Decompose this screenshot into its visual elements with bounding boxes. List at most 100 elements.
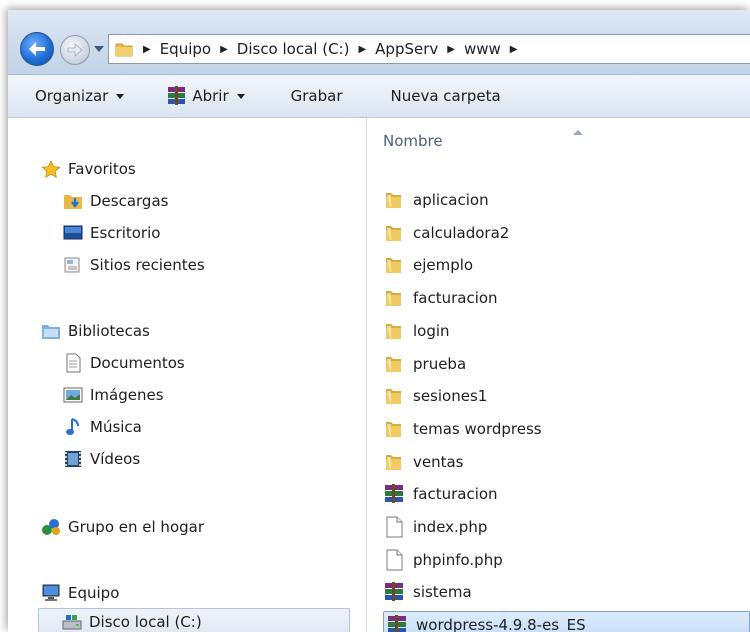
file-list-item[interactable]: phpinfo.php bbox=[383, 546, 503, 574]
breadcrumb-separator-icon[interactable]: ▶ bbox=[510, 44, 518, 55]
breadcrumb-item-equipo[interactable]: Equipo bbox=[160, 40, 211, 58]
command-bar: Organizar Abrir Grabar Nueva carpeta bbox=[8, 75, 750, 118]
breadcrumb-separator-icon[interactable]: ▶ bbox=[447, 44, 455, 55]
open-button[interactable]: Abrir bbox=[166, 86, 245, 106]
pictures-icon bbox=[62, 385, 84, 405]
nav-label: Imágenes bbox=[90, 386, 164, 404]
file-list-item[interactable]: login bbox=[383, 317, 450, 345]
folder-icon bbox=[383, 222, 405, 244]
file-list-item[interactable]: ventas bbox=[383, 448, 464, 476]
nav-item-musica[interactable]: Música bbox=[62, 413, 142, 441]
file-list-item[interactable]: wordpress-4.9.8-es_ES bbox=[383, 611, 750, 632]
downloads-folder-icon bbox=[62, 191, 84, 211]
winrar-icon bbox=[168, 86, 186, 105]
desktop-icon bbox=[62, 223, 84, 243]
file-icon bbox=[383, 549, 405, 571]
breadcrumb-item-www[interactable]: www bbox=[464, 40, 501, 58]
folder-icon bbox=[383, 418, 405, 440]
file-name: calculadora2 bbox=[413, 223, 510, 242]
nav-item-descargas[interactable]: Descargas bbox=[62, 187, 168, 215]
rar-archive-icon bbox=[383, 581, 405, 603]
nav-item-equipo[interactable]: Equipo bbox=[40, 579, 119, 607]
breadcrumb-separator-icon[interactable]: ▶ bbox=[220, 44, 228, 55]
back-button[interactable] bbox=[20, 32, 54, 66]
nav-label: Vídeos bbox=[90, 450, 141, 468]
nav-label: Escritorio bbox=[90, 224, 161, 242]
file-list-item[interactable]: sistema bbox=[383, 578, 472, 606]
file-name: phpinfo.php bbox=[413, 550, 503, 569]
recent-pages-dropdown[interactable] bbox=[94, 46, 104, 52]
forward-button[interactable] bbox=[60, 35, 90, 65]
new-folder-label: Nueva carpeta bbox=[390, 87, 501, 105]
nav-item-escritorio[interactable]: Escritorio bbox=[62, 219, 160, 247]
homegroup-icon bbox=[40, 517, 62, 537]
breadcrumb-item-disco-local[interactable]: Disco local (C:) bbox=[237, 40, 350, 58]
explorer-window: ▶ Equipo ▶ Disco local (C:) ▶ AppServ ▶ … bbox=[8, 10, 750, 632]
folder-icon bbox=[383, 353, 405, 375]
organize-label: Organizar bbox=[35, 87, 109, 105]
organize-button[interactable]: Organizar bbox=[35, 87, 125, 105]
nav-label: Descargas bbox=[90, 192, 169, 210]
file-name: prueba bbox=[413, 354, 467, 373]
rar-archive-icon bbox=[386, 614, 408, 632]
file-name: index.php bbox=[413, 518, 488, 536]
star-icon bbox=[40, 159, 62, 179]
sort-ascending-icon bbox=[573, 130, 583, 135]
folder-icon bbox=[383, 320, 405, 342]
file-list-item[interactable]: sesiones1 bbox=[383, 382, 487, 410]
music-note-icon bbox=[62, 417, 84, 437]
computer-icon bbox=[40, 583, 62, 603]
file-name: temas wordpress bbox=[413, 419, 542, 438]
file-list-item[interactable]: facturacion bbox=[383, 284, 498, 312]
file-list-item[interactable]: index.php bbox=[383, 513, 487, 541]
file-name: facturacion bbox=[413, 485, 498, 504]
file-list-item[interactable]: aplicacion bbox=[383, 186, 489, 214]
column-header-nombre[interactable]: Nombre bbox=[383, 132, 443, 150]
file-list-item[interactable]: ejemplo bbox=[383, 251, 473, 279]
documents-icon bbox=[62, 353, 84, 373]
nav-item-documentos[interactable]: Documentos bbox=[62, 349, 185, 377]
new-folder-button[interactable]: Nueva carpeta bbox=[391, 87, 501, 105]
folder-icon bbox=[383, 189, 405, 211]
nav-item-imagenes[interactable]: Imágenes bbox=[62, 381, 164, 409]
nav-label: Música bbox=[90, 418, 142, 436]
forward-arrow-icon bbox=[67, 43, 83, 57]
file-list-item[interactable]: prueba bbox=[383, 350, 466, 378]
navigation-pane: Favoritos Descargas Escritorio Sitios re… bbox=[8, 118, 366, 632]
file-name: aplicacion bbox=[413, 191, 489, 209]
dropdown-arrow-icon bbox=[116, 93, 125, 99]
nav-item-disco-local[interactable]: Disco local (C:) bbox=[38, 608, 350, 632]
breadcrumb-separator-icon[interactable]: ▶ bbox=[143, 44, 151, 55]
open-label: Abrir bbox=[192, 87, 229, 105]
file-name: login bbox=[413, 321, 450, 340]
folder-icon bbox=[383, 451, 405, 473]
videos-icon bbox=[62, 449, 84, 469]
nav-item-favoritos[interactable]: Favoritos bbox=[40, 155, 136, 183]
breadcrumb-separator-icon[interactable]: ▶ bbox=[358, 44, 366, 55]
address-bar-area: ▶ Equipo ▶ Disco local (C:) ▶ AppServ ▶ … bbox=[8, 10, 750, 75]
nav-label: Sitios recientes bbox=[90, 256, 205, 274]
file-list-item[interactable]: temas wordpress bbox=[383, 415, 542, 443]
breadcrumb-item-appserv[interactable]: AppServ bbox=[375, 40, 438, 58]
address-box[interactable]: ▶ Equipo ▶ Disco local (C:) ▶ AppServ ▶ … bbox=[108, 34, 750, 64]
folder-icon bbox=[383, 287, 405, 309]
nav-item-videos[interactable]: Vídeos bbox=[62, 445, 140, 473]
libraries-icon bbox=[40, 321, 62, 341]
file-list-item[interactable]: facturacion bbox=[383, 480, 498, 508]
file-name: sistema bbox=[413, 583, 472, 602]
burn-button[interactable]: Grabar bbox=[291, 87, 343, 105]
nav-label: Equipo bbox=[68, 584, 120, 602]
nav-item-sitios-recientes[interactable]: Sitios recientes bbox=[62, 251, 205, 279]
nav-label: Disco local (C:) bbox=[89, 613, 202, 631]
nav-label: Documentos bbox=[90, 354, 185, 372]
file-name: sesiones1 bbox=[413, 387, 488, 406]
burn-label: Grabar bbox=[290, 87, 343, 105]
file-list-item[interactable]: calculadora2 bbox=[383, 219, 509, 247]
nav-item-grupo-en-el-hogar[interactable]: Grupo en el hogar bbox=[40, 513, 204, 541]
nav-item-bibliotecas[interactable]: Bibliotecas bbox=[40, 317, 150, 345]
dropdown-arrow-icon bbox=[236, 93, 245, 99]
file-name: wordpress-4.9.8-es_ES bbox=[416, 616, 586, 632]
nav-label: Bibliotecas bbox=[68, 322, 150, 340]
file-icon bbox=[383, 516, 405, 538]
local-disk-icon bbox=[61, 612, 83, 632]
